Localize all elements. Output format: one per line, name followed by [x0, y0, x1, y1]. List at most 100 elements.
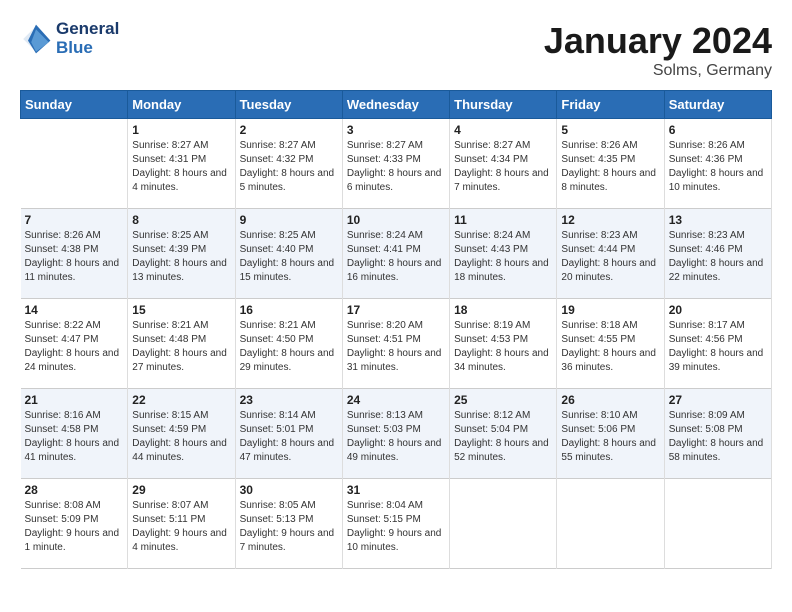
- day-info: Sunrise: 8:07 AMSunset: 5:11 PMDaylight:…: [132, 499, 230, 555]
- weekday-header: Monday: [128, 91, 235, 119]
- day-number: 30: [240, 483, 338, 497]
- calendar-cell: 27 Sunrise: 8:09 AMSunset: 5:08 PMDayligh…: [664, 389, 771, 479]
- calendar-table: SundayMondayTuesdayWednesdayThursdayFrid…: [20, 90, 772, 569]
- day-number: 4: [454, 123, 552, 137]
- calendar-cell: 15 Sunrise: 8:21 AMSunset: 4:48 PMDayligh…: [128, 299, 235, 389]
- calendar-cell: 6 Sunrise: 8:26 AMSunset: 4:36 PMDaylight…: [664, 119, 771, 209]
- calendar-cell: [557, 479, 664, 569]
- calendar-cell: 14Sunrise: 8:22 AMSunset: 4:47 PMDayligh…: [21, 299, 128, 389]
- calendar-cell: 28Sunrise: 8:08 AMSunset: 5:09 PMDayligh…: [21, 479, 128, 569]
- day-info: Sunrise: 8:27 AMSunset: 4:33 PMDaylight:…: [347, 139, 445, 195]
- calendar-cell: 8Sunrise: 8:25 AMSunset: 4:39 PMDaylight…: [128, 209, 235, 299]
- day-info: Sunrise: 8:23 AMSunset: 4:46 PMDaylight:…: [669, 229, 767, 285]
- day-number: 27: [669, 393, 767, 407]
- day-info: Sunrise: 8:26 AMSunset: 4:35 PMDaylight:…: [561, 139, 659, 195]
- weekday-header: Thursday: [450, 91, 557, 119]
- day-info: Sunrise: 8:21 AMSunset: 4:50 PMDaylight:…: [240, 319, 338, 375]
- day-number: 20: [669, 303, 767, 317]
- day-info: Sunrise: 8:21 AMSunset: 4:48 PMDaylight:…: [132, 319, 230, 375]
- day-info: Sunrise: 8:25 AMSunset: 4:40 PMDaylight:…: [240, 229, 338, 285]
- calendar-cell: 13Sunrise: 8:23 AMSunset: 4:46 PMDayligh…: [664, 209, 771, 299]
- calendar-cell: 25Sunrise: 8:12 AMSunset: 5:04 PMDayligh…: [450, 389, 557, 479]
- day-number: 24: [347, 393, 445, 407]
- day-number: 8: [132, 213, 230, 227]
- day-number: 5: [561, 123, 659, 137]
- day-info: Sunrise: 8:13 AMSunset: 5:03 PMDaylight:…: [347, 409, 445, 465]
- day-info: Sunrise: 8:17 AMSunset: 4:56 PMDaylight:…: [669, 319, 767, 375]
- weekday-header: Tuesday: [235, 91, 342, 119]
- day-number: 14: [25, 303, 124, 317]
- calendar-cell: 30 Sunrise: 8:05 AMSunset: 5:13 PMDayligh…: [235, 479, 342, 569]
- day-info: Sunrise: 8:27 AMSunset: 4:34 PMDaylight:…: [454, 139, 552, 195]
- day-number: 28: [25, 483, 124, 497]
- day-info: Sunrise: 8:16 AMSunset: 4:58 PMDaylight:…: [25, 409, 124, 465]
- day-info: Sunrise: 8:05 AMSunset: 5:13 PMDaylight:…: [240, 499, 338, 555]
- location-subtitle: Solms, Germany: [544, 62, 772, 80]
- calendar-cell: 26 Sunrise: 8:10 AMSunset: 5:06 PMDayligh…: [557, 389, 664, 479]
- day-info: Sunrise: 8:14 AMSunset: 5:01 PMDaylight:…: [240, 409, 338, 465]
- calendar-cell: 21 Sunrise: 8:16 AMSunset: 4:58 PMDayligh…: [21, 389, 128, 479]
- month-title: January 2024: [544, 20, 772, 62]
- calendar-cell: 17 Sunrise: 8:20 AMSunset: 4:51 PMDayligh…: [342, 299, 449, 389]
- day-number: 21: [25, 393, 124, 407]
- calendar-cell: 18 Sunrise: 8:19 AMSunset: 4:53 PMDayligh…: [450, 299, 557, 389]
- day-number: 18: [454, 303, 552, 317]
- day-info: Sunrise: 8:24 AMSunset: 4:43 PMDaylight:…: [454, 229, 552, 285]
- day-number: 12: [561, 213, 659, 227]
- day-number: 16: [240, 303, 338, 317]
- calendar-cell: [450, 479, 557, 569]
- calendar-cell: 31Sunrise: 8:04 AMSunset: 5:15 PMDayligh…: [342, 479, 449, 569]
- day-info: Sunrise: 8:10 AMSunset: 5:06 PMDaylight:…: [561, 409, 659, 465]
- logo: General Blue: [20, 20, 119, 57]
- calendar-cell: 7 Sunrise: 8:26 AMSunset: 4:38 PMDaylight…: [21, 209, 128, 299]
- logo-icon: [20, 23, 52, 55]
- day-number: 3: [347, 123, 445, 137]
- day-info: Sunrise: 8:09 AMSunset: 5:08 PMDaylight:…: [669, 409, 767, 465]
- day-info: Sunrise: 8:23 AMSunset: 4:44 PMDaylight:…: [561, 229, 659, 285]
- day-number: 25: [454, 393, 552, 407]
- day-info: Sunrise: 8:26 AMSunset: 4:38 PMDaylight:…: [25, 229, 124, 285]
- calendar-cell: 10 Sunrise: 8:24 AMSunset: 4:41 PMDayligh…: [342, 209, 449, 299]
- calendar-cell: 1 Sunrise: 8:27 AMSunset: 4:31 PMDaylight…: [128, 119, 235, 209]
- calendar-cell: 4 Sunrise: 8:27 AMSunset: 4:34 PMDaylight…: [450, 119, 557, 209]
- calendar-cell: 22 Sunrise: 8:15 AMSunset: 4:59 PMDayligh…: [128, 389, 235, 479]
- weekday-header: Friday: [557, 91, 664, 119]
- day-info: Sunrise: 8:19 AMSunset: 4:53 PMDaylight:…: [454, 319, 552, 375]
- day-info: Sunrise: 8:26 AMSunset: 4:36 PMDaylight:…: [669, 139, 767, 195]
- day-number: 23: [240, 393, 338, 407]
- day-info: Sunrise: 8:27 AMSunset: 4:32 PMDaylight:…: [240, 139, 338, 195]
- calendar-cell: 12 Sunrise: 8:23 AMSunset: 4:44 PMDayligh…: [557, 209, 664, 299]
- day-number: 7: [25, 213, 124, 227]
- day-number: 19: [561, 303, 659, 317]
- calendar-cell: 20 Sunrise: 8:17 AMSunset: 4:56 PMDayligh…: [664, 299, 771, 389]
- day-number: 6: [669, 123, 767, 137]
- calendar-cell: 19Sunrise: 8:18 AMSunset: 4:55 PMDayligh…: [557, 299, 664, 389]
- calendar-cell: 23 Sunrise: 8:14 AMSunset: 5:01 PMDayligh…: [235, 389, 342, 479]
- day-number: 29: [132, 483, 230, 497]
- calendar-header: SundayMondayTuesdayWednesdayThursdayFrid…: [21, 91, 772, 119]
- day-number: 2: [240, 123, 338, 137]
- day-number: 15: [132, 303, 230, 317]
- calendar-cell: 9 Sunrise: 8:25 AMSunset: 4:40 PMDaylight…: [235, 209, 342, 299]
- day-number: 1: [132, 123, 230, 137]
- day-info: Sunrise: 8:20 AMSunset: 4:51 PMDaylight:…: [347, 319, 445, 375]
- logo-text: General Blue: [56, 20, 119, 57]
- day-number: 17: [347, 303, 445, 317]
- day-number: 11: [454, 213, 552, 227]
- day-info: Sunrise: 8:04 AMSunset: 5:15 PMDaylight:…: [347, 499, 445, 555]
- day-number: 26: [561, 393, 659, 407]
- calendar-cell: [21, 119, 128, 209]
- day-number: 9: [240, 213, 338, 227]
- calendar-cell: 5 Sunrise: 8:26 AMSunset: 4:35 PMDaylight…: [557, 119, 664, 209]
- day-info: Sunrise: 8:27 AMSunset: 4:31 PMDaylight:…: [132, 139, 230, 195]
- day-info: Sunrise: 8:24 AMSunset: 4:41 PMDaylight:…: [347, 229, 445, 285]
- day-number: 10: [347, 213, 445, 227]
- weekday-header: Sunday: [21, 91, 128, 119]
- calendar-cell: 16 Sunrise: 8:21 AMSunset: 4:50 PMDayligh…: [235, 299, 342, 389]
- day-info: Sunrise: 8:15 AMSunset: 4:59 PMDaylight:…: [132, 409, 230, 465]
- calendar-cell: 2 Sunrise: 8:27 AMSunset: 4:32 PMDaylight…: [235, 119, 342, 209]
- day-number: 22: [132, 393, 230, 407]
- calendar-cell: 11 Sunrise: 8:24 AMSunset: 4:43 PMDayligh…: [450, 209, 557, 299]
- calendar-cell: 24 Sunrise: 8:13 AMSunset: 5:03 PMDayligh…: [342, 389, 449, 479]
- weekday-header: Wednesday: [342, 91, 449, 119]
